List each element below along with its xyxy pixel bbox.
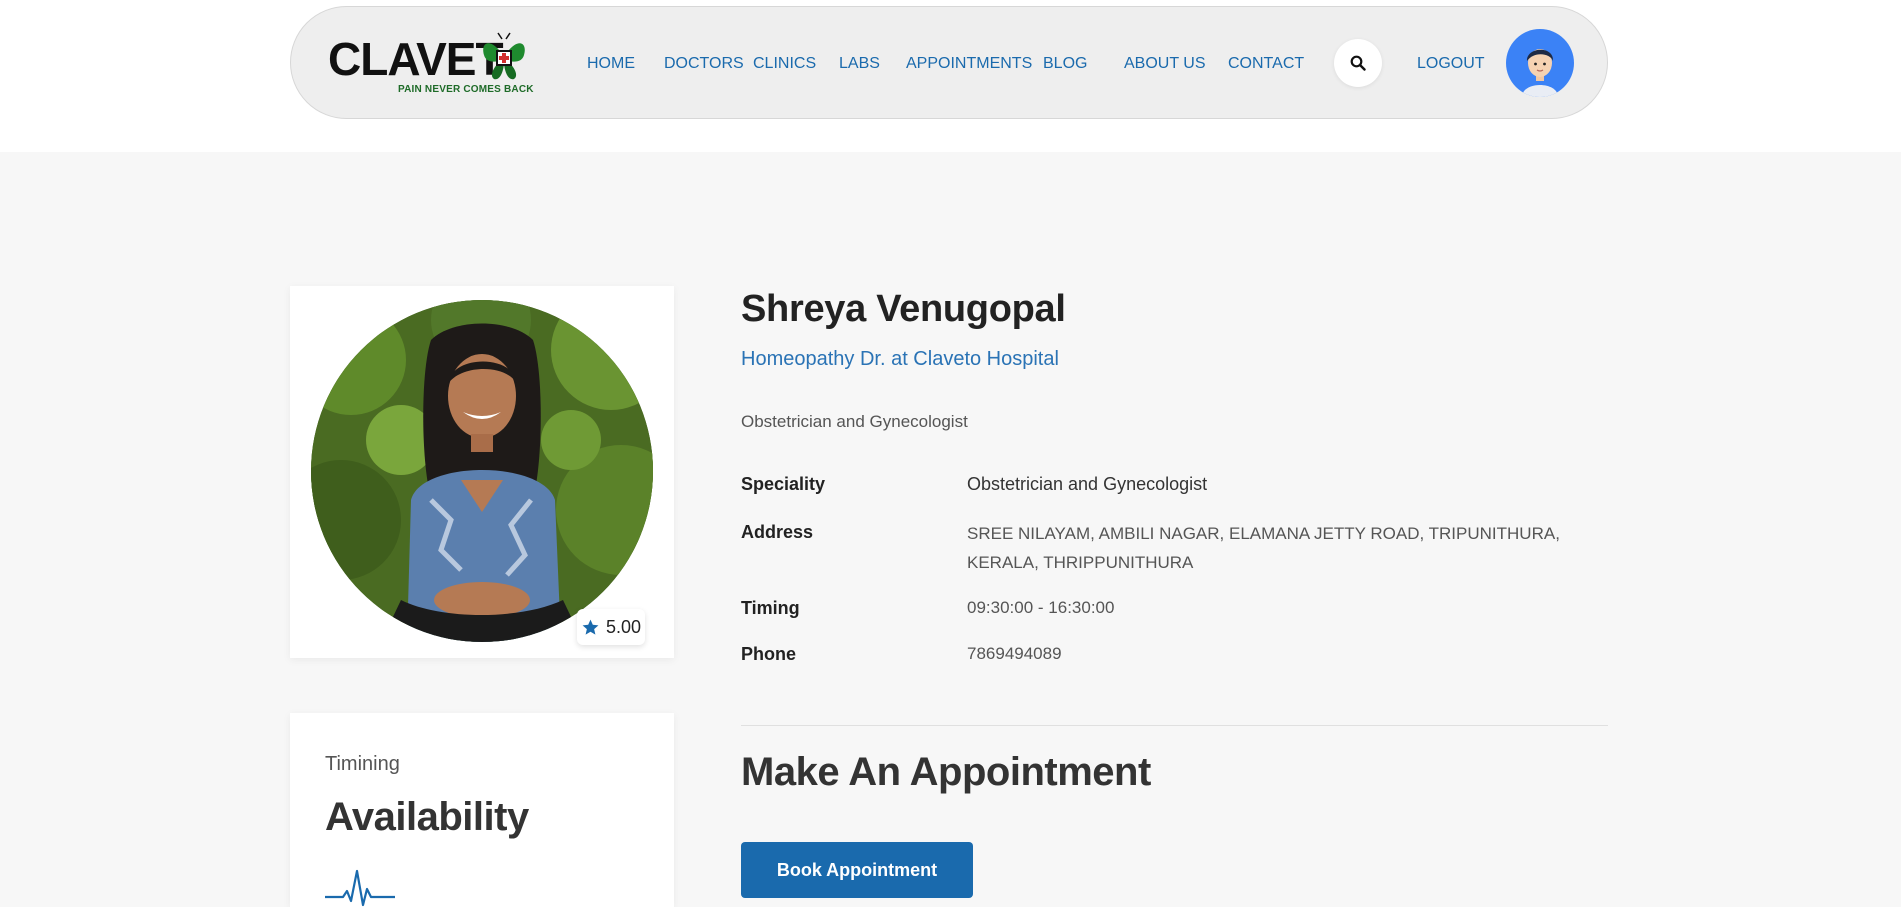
phone-label: Phone [741,644,797,664]
top-header: CLAVET PAIN NEVER COMES BACK HOME DOCTOR… [0,0,1901,152]
doctor-photo [311,300,653,642]
logo-tagline: PAIN NEVER COMES BACK [398,84,534,95]
navbar: CLAVET PAIN NEVER COMES BACK HOME DOCTOR… [290,6,1608,119]
address-label: Address [741,522,814,542]
nav-blog[interactable]: BLOG [1043,53,1087,75]
butterfly-cross-icon [483,32,525,80]
timing-label: Timing [741,598,800,618]
appointment-title: Make An Appointment [741,750,1151,794]
site-logo[interactable]: CLAVET PAIN NEVER COMES BACK [328,32,534,97]
search-button[interactable] [1334,39,1382,87]
nav-about-us[interactable]: ABOUT US [1124,53,1206,75]
nav-contact[interactable]: CONTACT [1228,53,1304,75]
doctor-name: Shreya Venugopal [741,288,1066,330]
section-divider [741,725,1608,726]
doctor-description: Obstetrician and Gynecologist [741,412,968,431]
rating-badge: 5.00 [577,609,645,645]
availability-title: Availability [325,795,529,839]
user-avatar-icon [1522,49,1558,97]
logo-text: CLAVET [328,33,504,85]
heartbeat-pulse-icon [325,869,395,907]
rating-value: 5.00 [605,616,642,637]
address-value: SREE NILAYAM, AMBILI NAGAR, ELAMANA JETT… [967,524,1560,572]
user-avatar[interactable] [1506,29,1574,97]
phone-value: 7869494089 [967,644,1062,663]
doctor-portrait-image [311,300,653,642]
nav-clinics[interactable]: CLINICS [753,53,816,75]
nav-labs[interactable]: LABS [839,53,880,75]
doctor-role: Homeopathy Dr. at Claveto Hospital [741,348,1059,370]
logout-link[interactable]: LOGOUT [1417,53,1485,75]
nav-doctors[interactable]: DOCTORS [664,53,744,75]
star-icon [582,619,599,635]
nav-appointments[interactable]: APPOINTMENTS [906,53,1032,75]
search-icon [1350,55,1366,71]
availability-subtitle: Timining [325,753,400,775]
book-appointment-button[interactable]: Book Appointment [741,842,973,898]
nav-home[interactable]: HOME [587,53,635,75]
doctor-photo-card: 5.00 [290,286,674,658]
speciality-label: Speciality [741,474,826,494]
availability-card: Timining Availability [290,713,674,907]
timing-value: 09:30:00 - 16:30:00 [967,598,1115,617]
speciality-value: Obstetrician and Gynecologist [967,474,1208,494]
